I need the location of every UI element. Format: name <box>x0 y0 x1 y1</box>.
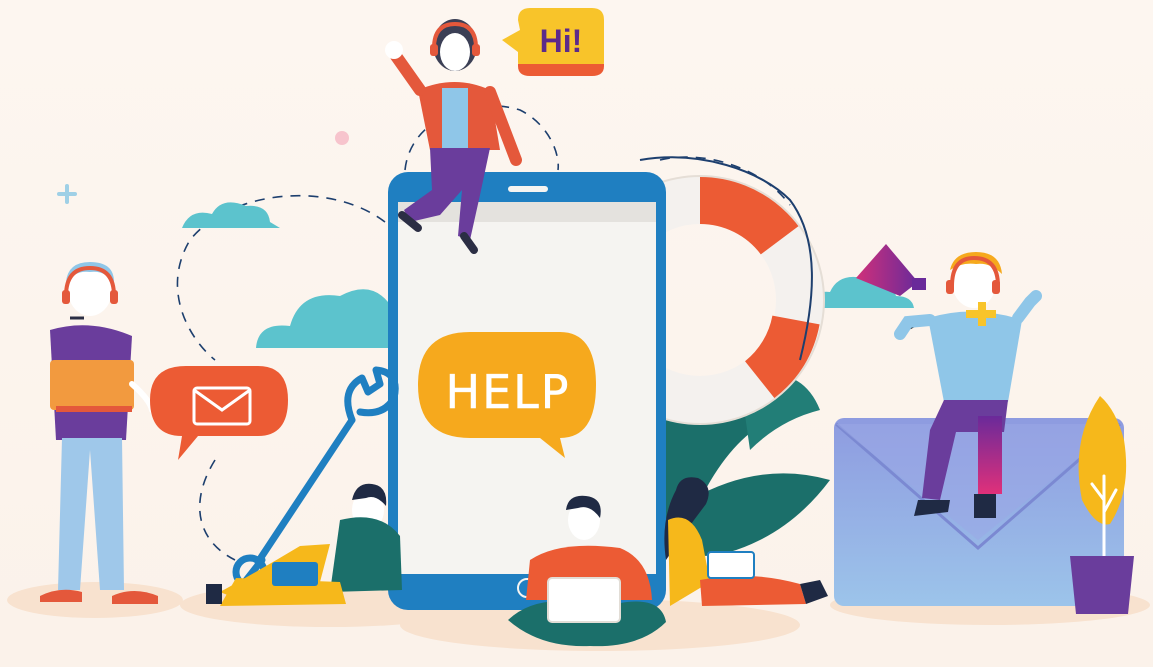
sitting-man-left <box>206 483 402 606</box>
cloud-middle-left <box>256 289 388 348</box>
plus-icon <box>57 184 77 204</box>
cloud-top-left <box>182 202 280 228</box>
hi-bubble-text: Hi! <box>540 23 583 59</box>
agent-man-left <box>40 262 158 604</box>
laptop-icon <box>547 577 621 623</box>
customer-support-illustration: HELP Hi! <box>7 8 1150 651</box>
hi-speech-bubble: Hi! <box>502 8 604 76</box>
help-bubble-text: HELP <box>445 365 570 419</box>
laptop-icon <box>50 360 134 412</box>
decor-dot <box>335 131 349 145</box>
mail-bubble <box>150 366 288 460</box>
